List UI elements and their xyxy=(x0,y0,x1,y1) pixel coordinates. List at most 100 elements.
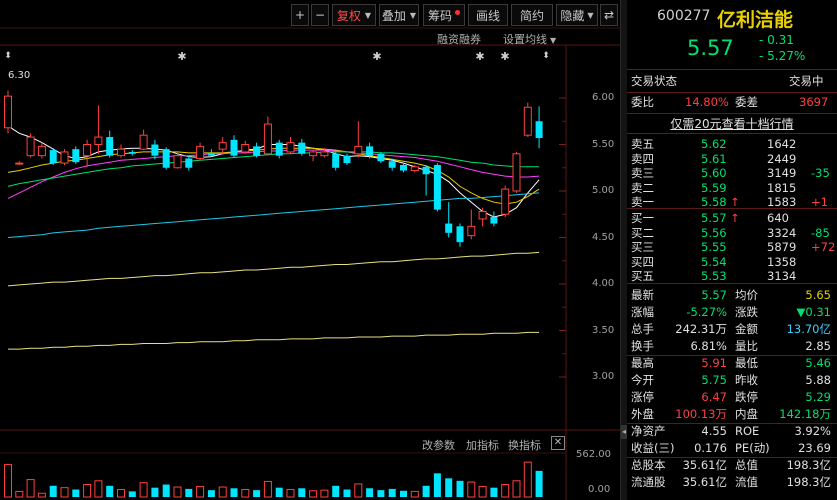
book-volume: 2449 xyxy=(767,151,797,166)
switch-indicator-button[interactable]: 换指标 xyxy=(508,437,541,453)
ask-row: 卖四 5.61 2449 xyxy=(627,152,837,166)
zoom-in-button[interactable]: + xyxy=(291,4,309,26)
candle-body-down xyxy=(128,151,136,154)
stat-label: ROE xyxy=(735,424,760,438)
fuquan-dropdown[interactable]: 复权 ▼ xyxy=(332,4,376,26)
divider xyxy=(627,69,837,70)
chevron-down-icon: ▼ xyxy=(587,10,594,20)
stat-label: 涨停 xyxy=(631,390,654,404)
stat-value: 5.46 xyxy=(805,356,831,370)
bid-row: 买一 5.57 ↑ 640 xyxy=(627,211,837,225)
level2-promo-link[interactable]: 仅需20元查看十档行情 xyxy=(627,115,837,132)
zoom-out-button[interactable]: − xyxy=(311,4,329,26)
kline-chart[interactable]: ✱ ✱ ✱ ✱ ⬍ ⬍ xyxy=(0,0,620,500)
stat-value: 4.55 xyxy=(701,424,727,438)
stat-label: 净资产 xyxy=(631,424,666,438)
weibi-label: 委比 xyxy=(631,95,654,109)
yincang-dropdown[interactable]: 隐藏 ▼ xyxy=(556,4,598,26)
status-label: 交易状态 xyxy=(631,74,677,88)
stat-value: 5.65 xyxy=(805,288,831,302)
change-params-button[interactable]: 改参数 xyxy=(422,437,455,453)
stat-value: 5.91 xyxy=(701,356,727,370)
book-price: 5.60 xyxy=(701,166,727,181)
stat-value: 35.61亿 xyxy=(682,458,727,472)
stat-row: 总手 242.31万 金额 13.70亿 xyxy=(627,322,837,336)
candle-body-down xyxy=(207,153,215,156)
chevron-down-icon: ▼ xyxy=(550,36,557,45)
candle-body-up xyxy=(263,123,272,155)
volume-bar xyxy=(241,489,250,498)
stat-label: 总值 xyxy=(735,458,758,472)
candle-body-up xyxy=(196,145,205,159)
status-value: 交易中 xyxy=(789,74,824,88)
volume-bar xyxy=(535,470,543,497)
stat-row: 换手 6.81% 量比 2.85 xyxy=(627,339,837,353)
book-change: -85 xyxy=(811,225,830,240)
stat-value: 5.75 xyxy=(701,373,727,387)
book-change: +72 xyxy=(811,240,836,255)
volume-bar xyxy=(4,464,12,498)
stat-label: 内盘 xyxy=(735,407,758,421)
book-label: 买三 xyxy=(631,240,654,255)
swap-icon[interactable]: ⇄ xyxy=(600,4,618,26)
stat-label: 量比 xyxy=(735,339,758,353)
candle-body-down xyxy=(230,139,238,156)
diejia-label: 叠加 xyxy=(381,8,406,23)
close-icon[interactable]: ✕ xyxy=(551,436,565,450)
stat-value: 5.57 xyxy=(701,288,727,302)
candle-body-down xyxy=(445,223,453,233)
candle-body-up xyxy=(309,151,318,157)
volume-bar xyxy=(218,486,227,498)
candle-body-down xyxy=(422,166,430,175)
price-change-pct: - 5.27% xyxy=(759,49,806,63)
candle-body-up xyxy=(501,188,510,215)
candle-body-up xyxy=(523,106,532,136)
chouma-button[interactable]: 筹码 xyxy=(423,4,465,26)
stat-row: 今开 5.75 昨收 5.88 xyxy=(627,373,837,387)
candle-body-down xyxy=(298,142,306,154)
candle-body-up xyxy=(241,144,250,153)
stat-label: PE(动) xyxy=(735,441,770,455)
stat-value: 142.18万 xyxy=(779,407,831,421)
set-ma-dropdown[interactable]: 设置均线 ▼ xyxy=(503,31,556,47)
volume-bar xyxy=(275,487,283,497)
candle-body-down xyxy=(456,226,464,243)
volume-bar xyxy=(343,489,351,497)
star-marker-icon: ✱ xyxy=(372,50,381,63)
stat-value: 198.3亿 xyxy=(786,475,831,489)
book-label: 卖二 xyxy=(631,180,654,195)
book-price: 5.57 xyxy=(701,211,727,225)
stat-row: 最高 5.91 最低 5.46 xyxy=(627,356,837,370)
book-label: 买一 xyxy=(631,211,654,225)
stat-label: 跌停 xyxy=(735,390,758,404)
candle-body-down xyxy=(162,149,170,168)
volume-bar xyxy=(377,490,385,497)
candle-body-up xyxy=(320,151,329,157)
rongzi-link[interactable]: 融资融券 xyxy=(437,31,481,47)
volume-bar xyxy=(207,490,215,497)
volume-bar xyxy=(490,487,498,497)
candle-body-up xyxy=(94,136,103,145)
ask-row: 卖五 5.62 1642 xyxy=(627,137,837,151)
huaxian-button[interactable]: 画线 xyxy=(468,4,508,26)
stat-value: 13.70亿 xyxy=(786,322,831,336)
stat-row: 净资产 4.55 ROE 3.92% xyxy=(627,424,837,438)
stat-value: 242.31万 xyxy=(675,322,727,336)
y-axis-label: 4.50 xyxy=(592,231,615,243)
candle-body-down xyxy=(253,146,261,156)
candle-body-up xyxy=(60,151,69,164)
star-marker-icon: ✱ xyxy=(475,50,484,63)
chevron-down-icon: ▼ xyxy=(409,10,417,20)
add-indicator-button[interactable]: 加指标 xyxy=(466,437,499,453)
book-label: 卖四 xyxy=(631,151,654,166)
stat-row: 最新 5.57 均价 5.65 xyxy=(627,288,837,302)
candle-body-down xyxy=(72,149,80,163)
candle-body-down xyxy=(151,144,159,156)
stat-value: ▼0.31 xyxy=(796,305,831,319)
candle-body-down xyxy=(388,161,396,168)
jianyue-button[interactable]: 简约 xyxy=(511,4,553,26)
stat-value: 198.3亿 xyxy=(786,458,831,472)
book-label: 卖三 xyxy=(631,166,654,181)
volume-bar xyxy=(263,480,272,498)
diejia-dropdown[interactable]: 叠加 ▼ xyxy=(379,4,419,26)
